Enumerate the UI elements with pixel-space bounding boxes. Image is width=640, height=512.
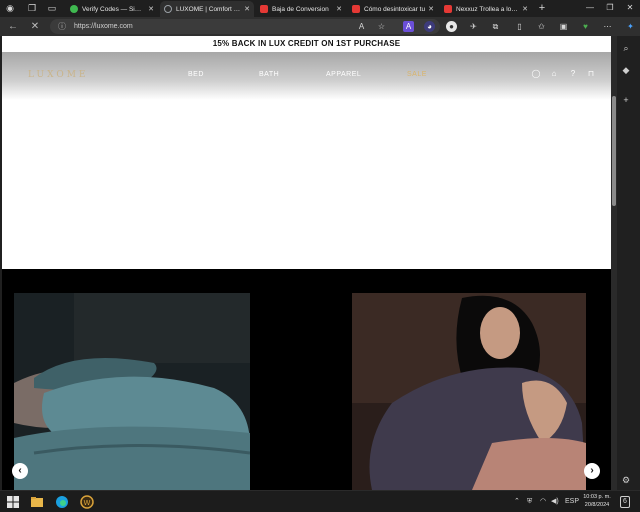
tab-nexxuz[interactable]: Nexxuz Trollea a los A ✕ [440, 1, 532, 17]
favorite-star-icon[interactable]: ☆ [376, 21, 387, 32]
browser-essentials-icon[interactable]: ♥ [580, 21, 591, 32]
nav-bath[interactable]: BATH [259, 71, 279, 78]
close-tab-icon[interactable]: ✕ [244, 5, 250, 13]
tab-luxome[interactable]: LUXOME | Comfort Ess ✕ [160, 1, 254, 17]
tab-verify-codes[interactable]: Verify Codes — Simply ✕ [66, 1, 158, 17]
notification-center-badge[interactable]: 6 [620, 496, 630, 508]
minimize-icon[interactable]: — [580, 1, 600, 15]
address-toolbar: ← ✕ ⓘ https://luxome.com A ☆ A ◕ ● ✈ ⧉ ▯… [0, 17, 640, 36]
tab-actions-icon[interactable]: ▭ [46, 2, 58, 14]
workspaces-icon[interactable]: ❐ [26, 2, 38, 14]
extension-a-icon[interactable]: A [403, 21, 414, 32]
carousel-card-apparel[interactable] [352, 293, 586, 490]
favorites-icon[interactable]: ✩ [536, 21, 547, 32]
scrollbar-thumb[interactable] [612, 96, 616, 206]
sidebar-add-icon[interactable]: + [620, 94, 632, 106]
volume-icon[interactable]: ◀) [551, 496, 559, 508]
collections-icon[interactable]: ▣ [558, 21, 569, 32]
nav-bed[interactable]: BED [188, 71, 204, 78]
tab-strip: ◉ ❐ ▭ Verify Codes — Simply ✕ LUXOME | C… [0, 0, 640, 17]
extensions-puzzle-icon[interactable]: ⧉ [490, 21, 501, 32]
clock-time: 10:03 p. m. [583, 494, 611, 500]
windows-taskbar: W ⌃ ⛨ ◠ ◀) ESP 10:03 p. m. 20/8/2024 6 [0, 490, 640, 512]
youtube-favicon-icon [444, 5, 452, 13]
extension-circle-icon[interactable]: ● [446, 21, 457, 32]
promo-banner[interactable]: 15% BACK IN LUX CREDIT ON 1ST PURCHASE [2, 36, 611, 52]
carousel-card-bedding[interactable] [14, 293, 250, 490]
youtube-favicon-icon [352, 5, 360, 13]
game-launcher-icon[interactable]: W [80, 495, 94, 509]
nav-apparel[interactable]: APPAREL [326, 71, 361, 78]
extension-bird-icon[interactable]: ✈ [468, 21, 479, 32]
url-text[interactable]: https://luxome.com [74, 19, 133, 34]
verify-favicon-icon [70, 5, 78, 13]
profile-icon[interactable]: ◉ [4, 2, 16, 14]
bedding-image [14, 293, 250, 490]
file-explorer-icon[interactable] [30, 495, 44, 509]
tray-overflow-icon[interactable]: ⌃ [514, 496, 520, 508]
sidebar-search-icon[interactable]: ⌕ [620, 42, 632, 54]
back-icon[interactable]: ← [6, 20, 20, 33]
language-indicator[interactable]: ESP [565, 496, 579, 508]
split-screen-icon[interactable]: ▯ [514, 21, 525, 32]
tray-security-icon[interactable]: ⛨ [527, 496, 532, 508]
new-tab-button[interactable]: + [536, 2, 548, 14]
youtube-favicon-icon [260, 5, 268, 13]
taskbar-clock[interactable]: 10:03 p. m. 20/8/2024 [580, 493, 614, 509]
close-tab-icon[interactable]: ✕ [336, 5, 342, 13]
product-carousel: ‹ › [2, 269, 611, 490]
svg-text:W: W [84, 499, 91, 507]
cart-icon[interactable]: ⊓ [586, 69, 596, 79]
stop-loading-icon[interactable]: ✕ [28, 20, 42, 33]
loading-spinner-icon [164, 5, 172, 13]
close-tab-icon[interactable]: ✕ [428, 5, 434, 13]
clock-date: 20/8/2024 [584, 502, 610, 508]
site-info-icon[interactable]: ⓘ [58, 19, 66, 34]
copilot-icon[interactable]: ✦ [625, 21, 636, 32]
restore-icon[interactable]: ❐ [600, 1, 620, 15]
help-icon[interactable]: ? [568, 69, 578, 79]
carousel-next-button[interactable]: › [584, 463, 600, 479]
tab-baja-conversion[interactable]: Baja de Conversion ✕ [256, 1, 346, 17]
extension-discord-icon[interactable]: ◕ [424, 21, 435, 32]
account-icon[interactable]: ◯ [531, 69, 541, 79]
site-logo[interactable]: LUXOME [28, 70, 88, 80]
close-tab-icon[interactable]: ✕ [148, 5, 154, 13]
tab-desintoxicar[interactable]: Cómo desintoxicar tu ✕ [348, 1, 438, 17]
web-page: 15% BACK IN LUX CREDIT ON 1ST PURCHASE L… [2, 36, 611, 490]
windows-start-icon[interactable] [6, 495, 20, 509]
close-tab-icon[interactable]: ✕ [522, 5, 528, 13]
sidebar-shopping-icon[interactable]: ◆ [620, 64, 632, 76]
store-locator-icon[interactable]: ⌂ [549, 69, 559, 79]
site-header: LUXOME BED BATH APPAREL SALE ◯ ⌂ ? ⊓ [2, 52, 611, 100]
edge-browser-icon[interactable] [55, 495, 69, 509]
close-window-icon[interactable]: ✕ [620, 1, 640, 15]
apparel-model-image [352, 293, 586, 490]
nav-sale[interactable]: SALE [407, 71, 427, 78]
wifi-icon[interactable]: ◠ [540, 496, 546, 508]
carousel-prev-button[interactable]: ‹ [12, 463, 28, 479]
sidebar-settings-icon[interactable]: ⚙ [620, 474, 632, 486]
page-scrollbar[interactable] [611, 36, 617, 490]
read-aloud-icon[interactable]: A [356, 21, 367, 32]
settings-more-icon[interactable]: ⋯ [602, 21, 613, 32]
